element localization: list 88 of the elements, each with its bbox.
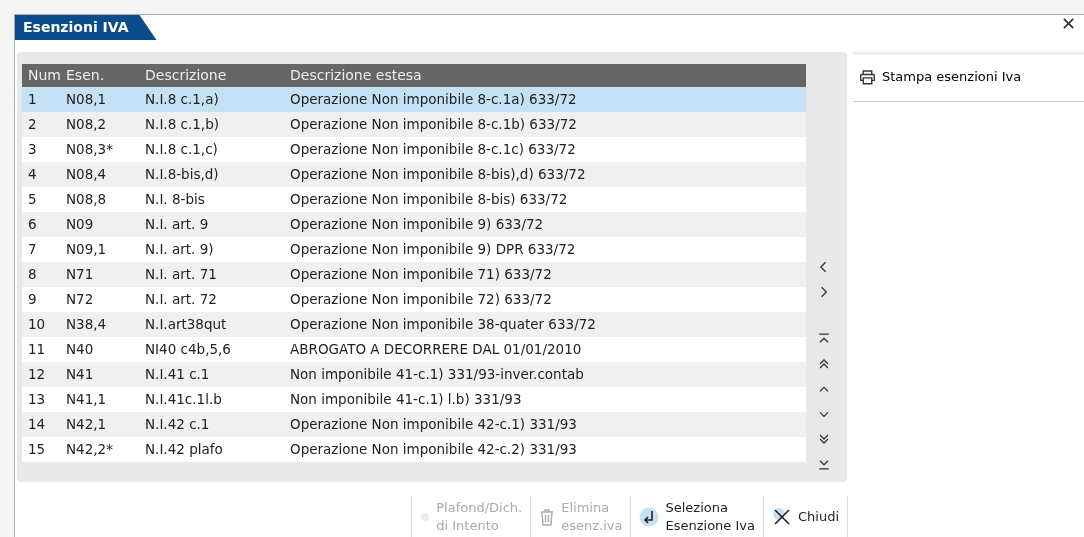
table-row[interactable]: 14 N42,1 N.I.42 c.1 Operazione Non imponibile 42-c.1) 331/93: [22, 412, 806, 437]
table-cell-text: Operazione Non imponibile 8-c.1c) 633/72: [290, 140, 577, 160]
column-header[interactable]: Descrizione estesa: [290, 65, 806, 86]
table-cell-text: N.I.art38qut: [145, 315, 228, 335]
table-cell-text: Non imponibile 41-c.1) l.b) 331/93: [290, 390, 523, 410]
table-cell-text: N.I.8 c.1,b): [145, 115, 220, 135]
action-button[interactable]: Seleziona Esenzione Iva: [630, 496, 763, 537]
table-cell-text: Operazione Non imponibile 8-c.1b) 633/72: [290, 115, 578, 135]
table-cell-text: Operazione Non imponibile 42-c.2) 331/93: [290, 440, 578, 460]
table-cell-text: ABROGATO A DECORRERE DAL 01/01/2010: [290, 340, 583, 360]
table-cell-text: N.I.42 c.1: [145, 415, 211, 435]
table-cell-text: Operazione Non imponibile 72) 633/72: [290, 290, 553, 310]
table-cell-text: N08,3*: [66, 140, 114, 160]
table-cell-text: Operazione Non imponibile 71) 633/72: [290, 265, 553, 285]
table-row[interactable]: 10 N38,4 N.I.art38qut Operazione Non imponibile 38-quater 633/72: [22, 312, 806, 337]
table-cell-text: N09: [66, 215, 95, 235]
table-cell-text: N72: [66, 290, 95, 310]
table-cell-text: 8: [27, 265, 38, 285]
table-cell-text: N.I. art. 9: [145, 215, 210, 235]
table-cell-text: Non imponibile 41-c.1) 331/93-inver.contab: [290, 365, 585, 385]
table-cell-text: 10: [27, 315, 47, 335]
table-row[interactable]: 6 N09 N.I. art. 9 Operazione Non imponibile 9) 633/72: [22, 212, 806, 237]
table-cell-text: N.I.41c.1l.b: [145, 390, 223, 410]
table-cell-text: N41: [66, 365, 95, 385]
table-cell-text: N42,1: [66, 415, 108, 435]
table-cell-text: 14: [27, 415, 47, 435]
table-cell-text: N71: [66, 265, 95, 285]
table-row[interactable]: 12 N41 N.I.41 c.1 Non imponibile 41-c.1) 331/93-inver.contab: [22, 362, 806, 387]
window-title: Esenzioni IVA: [15, 15, 157, 40]
table-cell-text: Operazione Non imponibile 8-bis) 633/72: [290, 190, 569, 210]
table-cell-text: 5: [27, 190, 38, 210]
table-row[interactable]: 7 N09,1 N.I. art. 9) Operazione Non imponibile 9) DPR 633/72: [22, 237, 806, 262]
table-cell-text: Operazione Non imponibile 38-quater 633/72: [290, 315, 597, 335]
table-cell-text: Operazione Non imponibile 8-c.1a) 633/72: [290, 90, 578, 110]
table-row[interactable]: 3 N08,3* N.I.8 c.1,c) Operazione Non imponibile 8-c.1c) 633/72: [22, 137, 806, 162]
print-button[interactable]: Stampa esenzioni Iva: [853, 55, 1084, 102]
table-cell-text: N08,1: [66, 90, 108, 110]
table-cell-text: N41,1: [66, 390, 108, 410]
table-cell-text: N08,8: [66, 190, 108, 210]
column-header[interactable]: Descrizione: [145, 65, 290, 86]
table-cell-text: 12: [27, 365, 47, 385]
table-cell-text: 4: [27, 165, 38, 185]
column-header[interactable]: Esen.: [66, 65, 145, 86]
table-cell-text: 15: [27, 440, 47, 460]
table-row[interactable]: 11 N40 NI40 c4b,5,6 ABROGATO A DECORRERE DAL 01/01/2010: [22, 337, 806, 362]
dot-icon: [420, 512, 431, 522]
table-cell-text: N09,1: [66, 240, 108, 260]
table-cell-text: 9: [27, 290, 38, 310]
table-row[interactable]: 8 N71 N.I. art. 71 Operazione Non imponibile 71) 633/72: [22, 262, 806, 287]
table-cell-text: 2: [27, 115, 38, 135]
table-cell-text: Operazione Non imponibile 9) DPR 633/72: [290, 240, 577, 260]
printer-icon: [859, 68, 876, 85]
trash-icon: [539, 508, 556, 526]
table-cell-text: Operazione Non imponibile 9) 633/72: [290, 215, 545, 235]
table-cell-text: Operazione Non imponibile 42-c.1) 331/93: [290, 415, 578, 435]
table-cell-text: 1: [27, 90, 38, 110]
table-row[interactable]: 2 N08,2 N.I.8 c.1,b) Operazione Non imponibile 8-c.1b) 633/72: [22, 112, 806, 137]
table-cell-text: N42,2*: [66, 440, 114, 460]
table-row[interactable]: 13 N41,1 N.I.41c.1l.b Non imponibile 41-c.1) l.b) 331/93: [22, 387, 806, 412]
table-cell-text: N40: [66, 340, 95, 360]
table-row[interactable]: 15 N42,2* N.I.42 plafo Operazione Non imponibile 42-c.2) 331/93: [22, 437, 806, 462]
table-row[interactable]: 5 N08,8 N.I. 8-bis Operazione Non imponibile 8-bis) 633/72: [22, 187, 806, 212]
table-cell-text: NI40 c4b,5,6: [145, 340, 232, 360]
table-cell-text: N08,4: [66, 165, 108, 185]
table-cell-text: N.I. art. 9): [145, 240, 215, 260]
table-cell-text: 3: [27, 140, 38, 160]
table-cell-text: N.I. art. 71: [145, 265, 218, 285]
close-icon: [771, 507, 792, 527]
table-cell-text: N38,4: [66, 315, 108, 335]
table-cell-text: 7: [27, 240, 38, 260]
table-cell-text: 13: [27, 390, 47, 410]
table-cell-text: N.I. art. 72: [145, 290, 218, 310]
table-cell-text: 11: [27, 340, 47, 360]
table-row[interactable]: 1 N08,1 N.I.8 c.1,a) Operazione Non imponibile 8-c.1a) 633/72: [22, 87, 806, 112]
table-cell-text: N08,2: [66, 115, 108, 135]
table-cell-text: N.I.42 plafo: [145, 440, 224, 460]
table-cell-text: N.I.41 c.1: [145, 365, 211, 385]
table-cell-text: 6: [27, 215, 38, 235]
column-header[interactable]: Num: [22, 65, 66, 86]
table-cell-text: Operazione Non imponibile 8-bis),d) 633/72: [290, 165, 587, 185]
table-row[interactable]: 4 N08,4 N.I.8-bis,d) Operazione Non imponibile 8-bis),d) 633/72: [22, 162, 806, 187]
table-cell-text: N.I.8-bis,d): [145, 165, 220, 185]
table-row[interactable]: 9 N72 N.I. art. 72 Operazione Non imponibile 72) 633/72: [22, 287, 806, 312]
table-cell-text: N.I.8 c.1,a): [145, 90, 220, 110]
action-button[interactable]: Chiudi: [762, 496, 848, 537]
table-cell-text: N.I. 8-bis: [145, 190, 206, 210]
table-cell-text: N.I.8 c.1,c): [145, 140, 219, 160]
close-button[interactable]: ✕: [1052, 15, 1084, 33]
